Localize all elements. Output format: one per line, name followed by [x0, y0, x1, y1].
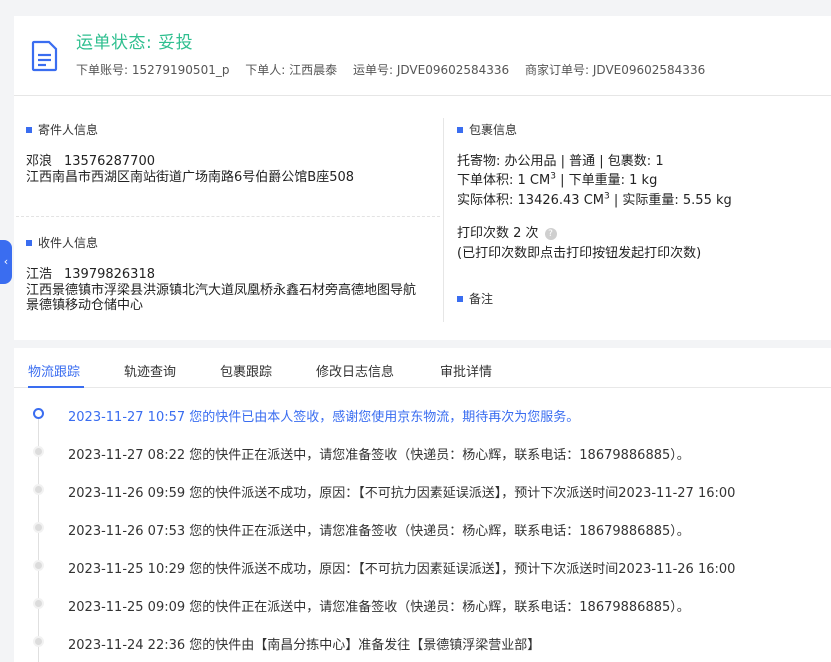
tab-trajectory-query[interactable]: 轨迹查询 — [124, 361, 176, 380]
timeline-item: 2023-11-27 08:22 您的快件正在派送中，请您准备签收（快递员：杨心… — [14, 442, 831, 463]
sender-section-title: 寄件人信息 — [26, 121, 98, 138]
timeline-item: 2023-11-26 09:59 您的快件派送不成功，原因：【不可抗力因素延误派… — [14, 480, 831, 501]
sender-name-phone: 邓浪 13576287700 — [26, 150, 155, 169]
section-marker-icon — [26, 126, 32, 133]
tracking-timeline: 2023-11-27 10:57 您的快件已由本人签收，感谢您使用京东物流，期待… — [14, 388, 831, 662]
waybill-status-title: 运单状态: 妥投 — [76, 33, 194, 53]
waybill-number: 运单号: JDVE09602584336 — [352, 63, 510, 77]
timeline-dot-icon — [33, 522, 44, 533]
order-account: 下单账号: 15279190501_p — [76, 63, 230, 77]
actual-weight: | 实际重量: 5.55 kg — [613, 193, 732, 208]
timeline-dot-icon — [33, 598, 44, 609]
timeline-dot-icon — [33, 636, 44, 647]
section-marker-icon — [26, 239, 32, 246]
print-count: 打印次数 2 次? — [457, 222, 557, 241]
timeline-item: 2023-11-24 22:36 您的快件由【南昌分拣中心】准备发往【景德镇浮梁… — [14, 632, 831, 653]
receiver-name-phone: 江浩 13979826318 — [26, 263, 155, 282]
shipment-info-card: 寄件人信息 邓浪 13576287700 江西南昌市西湖区南站街道广场南路6号伯爵… — [14, 96, 831, 340]
order-volume: 1 CM3 — [517, 171, 556, 188]
document-icon — [31, 40, 58, 72]
timeline-item: 2023-11-25 09:09 您的快件正在派送中，请您准备签收（快递员：杨心… — [14, 594, 831, 615]
row-divider — [16, 216, 440, 217]
receiver-address: 江西景德镇市浮梁县洪源镇北汽大道凤凰桥永鑫石材旁高德地图导航景德镇移动仓储中心 — [26, 283, 417, 313]
tab-change-log[interactable]: 修改日志信息 — [316, 361, 394, 380]
tab-package-tracking[interactable]: 包裹跟踪 — [220, 361, 272, 380]
timeline-text: 2023-11-24 22:36 您的快件由【南昌分拣中心】准备发往【景德镇浮梁… — [68, 638, 541, 653]
help-icon[interactable]: ? — [544, 228, 557, 240]
order-weight: | 下单重量: 1 kg — [560, 173, 658, 188]
tracking-card: 物流跟踪 轨迹查询 包裹跟踪 修改日志信息 审批详情 2023-11-27 10… — [14, 348, 831, 662]
section-marker-icon — [457, 295, 463, 302]
waybill-status-card: 运单状态: 妥投 下单账号: 15279190501_p 下单人: 江西晨泰 运… — [14, 16, 831, 96]
column-divider — [443, 118, 444, 322]
chevron-left-icon: ‹ — [3, 255, 9, 268]
timeline-dot-icon — [33, 560, 44, 571]
remark-section-title: 备注 — [457, 290, 493, 307]
actual-volume: 13426.43 CM3 — [517, 191, 610, 208]
tracking-tabs: 物流跟踪 轨迹查询 包裹跟踪 修改日志信息 审批详情 — [14, 348, 831, 388]
orderer: 下单人: 江西晨泰 — [245, 63, 338, 77]
sender-address: 江西南昌市西湖区南站街道广场南路6号伯爵公馆B座508 — [26, 170, 355, 185]
sender-name: 邓浪 — [26, 154, 53, 169]
receiver-phone: 13979826318 — [64, 267, 155, 282]
timeline-item: 2023-11-27 10:57 您的快件已由本人签收，感谢您使用京东物流，期待… — [14, 404, 831, 425]
timeline-text: 2023-11-25 09:09 您的快件正在派送中，请您准备签收（快递员：杨心… — [68, 600, 690, 615]
package-order-volume-weight: 下单体积: 1 CM3 | 下单重量: 1 kg — [457, 171, 658, 188]
timeline-dot-icon — [33, 484, 44, 495]
package-goods: 托寄物: 办公用品 | 普通 | 包裹数: 1 — [457, 154, 664, 169]
timeline-item: 2023-11-25 10:29 您的快件派送不成功，原因：【不可抗力因素延误派… — [14, 556, 831, 577]
section-marker-icon — [457, 126, 463, 133]
timeline-text: 2023-11-26 09:59 您的快件派送不成功，原因：【不可抗力因素延误派… — [68, 486, 736, 501]
package-actual-volume-weight: 实际体积: 13426.43 CM3 | 实际重量: 5.55 kg — [457, 191, 732, 208]
timeline-dot-icon — [33, 446, 44, 457]
timeline-item: 2023-11-26 07:53 您的快件正在派送中，请您准备签收（快递员：杨心… — [14, 518, 831, 539]
merchant-order-number: 商家订单号: JDVE09602584336 — [525, 63, 706, 77]
package-section-title: 包裹信息 — [457, 121, 517, 138]
timeline-text: 2023-11-27 10:57 您的快件已由本人签收，感谢您使用京东物流，期待… — [68, 410, 580, 425]
print-count-hint: (已打印次数即点击打印按钮发起打印次数) — [457, 246, 702, 261]
tab-approval-details[interactable]: 审批详情 — [440, 361, 492, 380]
timeline-dot-icon — [33, 408, 44, 419]
waybill-meta-row: 下单账号: 15279190501_p 下单人: 江西晨泰 运单号: JDVE0… — [76, 61, 717, 78]
timeline-text: 2023-11-26 07:53 您的快件正在派送中，请您准备签收（快递员：杨心… — [68, 524, 690, 539]
sender-phone: 13576287700 — [64, 154, 155, 169]
receiver-section-title: 收件人信息 — [26, 234, 98, 251]
collapse-toggle[interactable]: ‹ — [0, 240, 12, 284]
timeline-text: 2023-11-27 08:22 您的快件正在派送中，请您准备签收（快递员：杨心… — [68, 448, 690, 463]
timeline-text: 2023-11-25 10:29 您的快件派送不成功，原因：【不可抗力因素延误派… — [68, 562, 736, 577]
receiver-name: 江浩 — [26, 267, 53, 282]
tab-logistics-tracking[interactable]: 物流跟踪 — [28, 361, 80, 380]
